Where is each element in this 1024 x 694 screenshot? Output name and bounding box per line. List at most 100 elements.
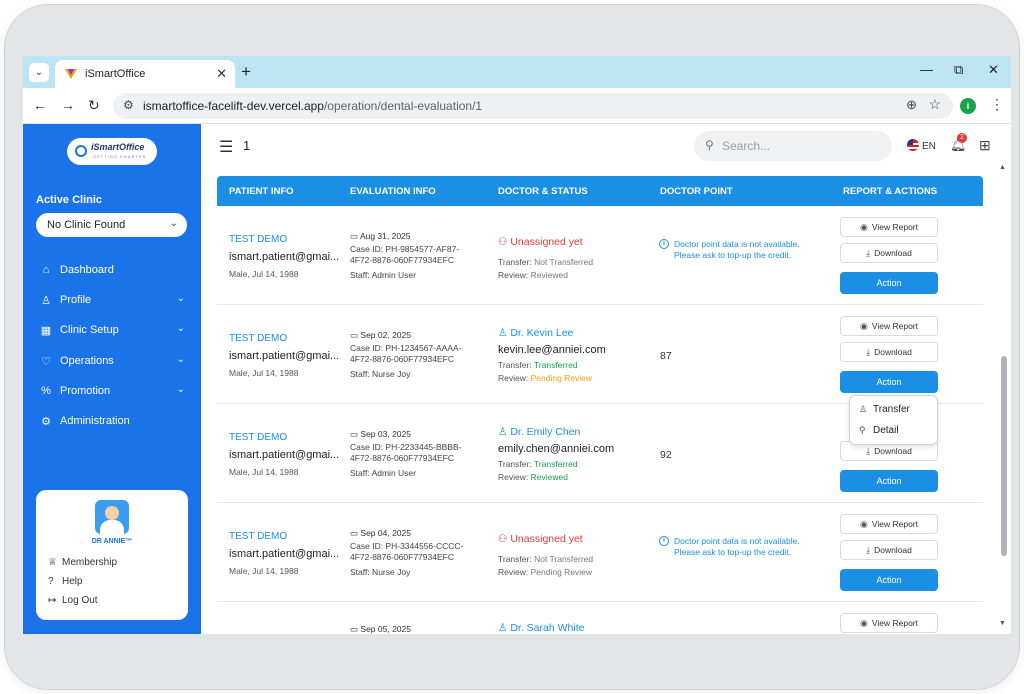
- home-icon: ⌂: [42, 264, 50, 276]
- action-button[interactable]: Action: [840, 470, 938, 492]
- review-value: Reviewed: [530, 270, 568, 280]
- main-content: ☰ 1 ⚲ EN 🔔︎ 2 ⊞ PATIENT INFO EVALUATION …: [201, 124, 1011, 634]
- url-text[interactable]: ismartoffice-facelift-dev.vercel.app/ope…: [143, 99, 482, 113]
- table-row: TEST DEMO ismart.patient@gmai... Male, J…: [217, 305, 983, 404]
- view-report-label: View Report: [871, 321, 918, 331]
- download-button[interactable]: ⤓ Download: [840, 540, 938, 560]
- sidebar-item-label: Administration: [60, 415, 130, 427]
- close-window-icon[interactable]: ✕: [988, 62, 999, 78]
- sidebar-item-promotion[interactable]: % Promotion ⌄: [39, 382, 189, 402]
- clinic-select[interactable]: No Clinic Found ⌄: [36, 213, 187, 237]
- review-value: Pending Review: [530, 373, 593, 383]
- close-tab-icon[interactable]: ✕: [216, 66, 227, 82]
- minimize-icon[interactable]: —: [920, 62, 933, 77]
- scroll-up-icon[interactable]: ▲: [999, 164, 1006, 171]
- scrollbar[interactable]: ▲ ▼: [999, 164, 1009, 634]
- action-button[interactable]: Action: [840, 272, 938, 294]
- tab-search-dropdown[interactable]: ⌄: [29, 63, 49, 82]
- back-icon[interactable]: ←: [33, 97, 47, 113]
- tooth-icon: ♡: [41, 356, 51, 368]
- chevron-down-icon: ⌄: [176, 293, 185, 304]
- sidebar: iSmartOffice GETTING SMARTER Active Clin…: [23, 124, 201, 634]
- view-report-label: View Report: [871, 222, 918, 232]
- evaluation-date-text: Sep 03, 2025: [360, 429, 411, 439]
- scroll-down-icon[interactable]: ▼: [999, 620, 1006, 627]
- scrollbar-thumb[interactable]: [1001, 356, 1007, 556]
- patient-name-link[interactable]: TEST DEMO: [229, 531, 287, 542]
- view-report-button[interactable]: ◉ View Report: [840, 316, 938, 336]
- menu-item-detail[interactable]: ⚲ Detail: [859, 425, 899, 436]
- help-link[interactable]: ? Help: [48, 576, 83, 587]
- table-row: TEST DEMO ismart.patient@gmai... Male, J…: [217, 503, 983, 602]
- eye-icon: ◉: [859, 519, 868, 529]
- clinic-select-value: No Clinic Found: [47, 219, 126, 231]
- browser-tab[interactable]: iSmartOffice ✕: [55, 60, 235, 88]
- logout-icon: ↦: [48, 595, 57, 606]
- search-box[interactable]: ⚲: [694, 131, 892, 161]
- language-selector[interactable]: EN: [907, 139, 936, 152]
- bookmark-star-icon[interactable]: ☆: [928, 96, 941, 113]
- patient-name-link[interactable]: TEST DEMO: [229, 432, 287, 443]
- patient-email: ismart.patient@gmai...: [229, 548, 340, 560]
- sidebar-item-administration[interactable]: ⚙ Administration: [39, 412, 189, 432]
- crown-icon: ♕: [48, 557, 57, 568]
- avatar[interactable]: [95, 500, 129, 534]
- forward-icon[interactable]: →: [61, 97, 75, 113]
- user-card: DR ANNIE™ ♕ Membership ? Help ↦ Log Out: [36, 490, 188, 620]
- download-label: Download: [874, 248, 912, 258]
- menu-toggle-icon[interactable]: ☰: [219, 137, 233, 157]
- doctor-name: Unassigned yet: [510, 533, 583, 545]
- search-input[interactable]: [722, 137, 882, 155]
- menu-item-transfer[interactable]: ♙ Transfer: [859, 404, 910, 415]
- column-header: EVALUATION INFO: [350, 186, 436, 197]
- app-logo[interactable]: iSmartOffice GETTING SMARTER: [67, 138, 157, 165]
- download-button[interactable]: ⤓ Download: [840, 342, 938, 362]
- logout-link[interactable]: ↦ Log Out: [48, 595, 98, 606]
- sidebar-item-clinic-setup[interactable]: ▦ Clinic Setup ⌄: [39, 321, 189, 341]
- avatar-head: [105, 506, 119, 520]
- action-button[interactable]: Action: [840, 569, 938, 591]
- search-icon: ⚲: [705, 138, 714, 152]
- view-report-button[interactable]: ◉ View Report: [840, 217, 938, 237]
- building-icon: ▦: [40, 325, 52, 337]
- chevron-down-icon: ⌄: [176, 384, 185, 395]
- patient-name-link[interactable]: TEST DEMO: [229, 234, 287, 245]
- restore-icon[interactable]: ⧉: [954, 62, 963, 78]
- site-settings-icon[interactable]: ⚙: [123, 98, 134, 112]
- view-report-button[interactable]: ◉ View Report: [840, 514, 938, 534]
- menu-item-label: Transfer: [873, 404, 910, 415]
- profile-avatar[interactable]: i: [960, 98, 976, 114]
- logo-text: iSmartOffice: [91, 142, 145, 152]
- review-label: Review:: [498, 567, 529, 577]
- browser-window: ⌄ iSmartOffice ✕ + — ⧉ ✕ ← → ↻ ⚙ ismarto…: [23, 56, 1011, 634]
- download-button[interactable]: ⤓ Download: [840, 243, 938, 263]
- sidebar-item-dashboard[interactable]: ⌂ Dashboard: [39, 261, 189, 281]
- doctor-point-note: Doctor point data is not available. Plea…: [674, 239, 800, 260]
- percent-icon: %: [41, 385, 51, 397]
- info-icon: i: [659, 239, 669, 249]
- page-number: 1: [243, 138, 251, 153]
- url-path: /operation/dental-evaluation/1: [323, 99, 483, 113]
- transfer-status: Transfer: Transferred: [498, 459, 578, 469]
- membership-link[interactable]: ♕ Membership: [48, 557, 117, 568]
- doctor-email: kevin.lee@anniei.com: [498, 344, 606, 356]
- staff: Staff: Nurse Joy: [350, 369, 411, 379]
- patient-name-link[interactable]: TEST DEMO: [229, 333, 287, 344]
- url-field[interactable]: ⚙ ismartoffice-facelift-dev.vercel.app/o…: [113, 93, 953, 119]
- doctor-status: ♙ Dr. Emily Chen: [498, 426, 580, 438]
- view-report-button[interactable]: ◉ View Report: [840, 613, 938, 633]
- action-button[interactable]: Action: [840, 371, 938, 393]
- new-tab-icon[interactable]: +: [241, 62, 251, 82]
- action-menu: ♙ Transfer ⚲ Detail: [849, 395, 938, 445]
- download-icon: ⤓: [866, 347, 871, 357]
- sidebar-item-profile[interactable]: ♙ Profile ⌄: [39, 291, 189, 311]
- calendar-icon: ▭: [350, 624, 361, 634]
- reload-icon[interactable]: ↻: [88, 97, 100, 114]
- menu-item-label: Detail: [873, 425, 899, 436]
- browser-menu-icon[interactable]: ⋮: [990, 96, 1004, 113]
- info-icon: i: [659, 536, 669, 546]
- sidebar-item-operations[interactable]: ♡ Operations ⌄: [39, 352, 189, 372]
- zoom-icon[interactable]: ⊕: [906, 97, 917, 113]
- review-status: Review: Pending Review: [498, 567, 592, 577]
- apps-grid-icon[interactable]: ⊞: [979, 137, 991, 154]
